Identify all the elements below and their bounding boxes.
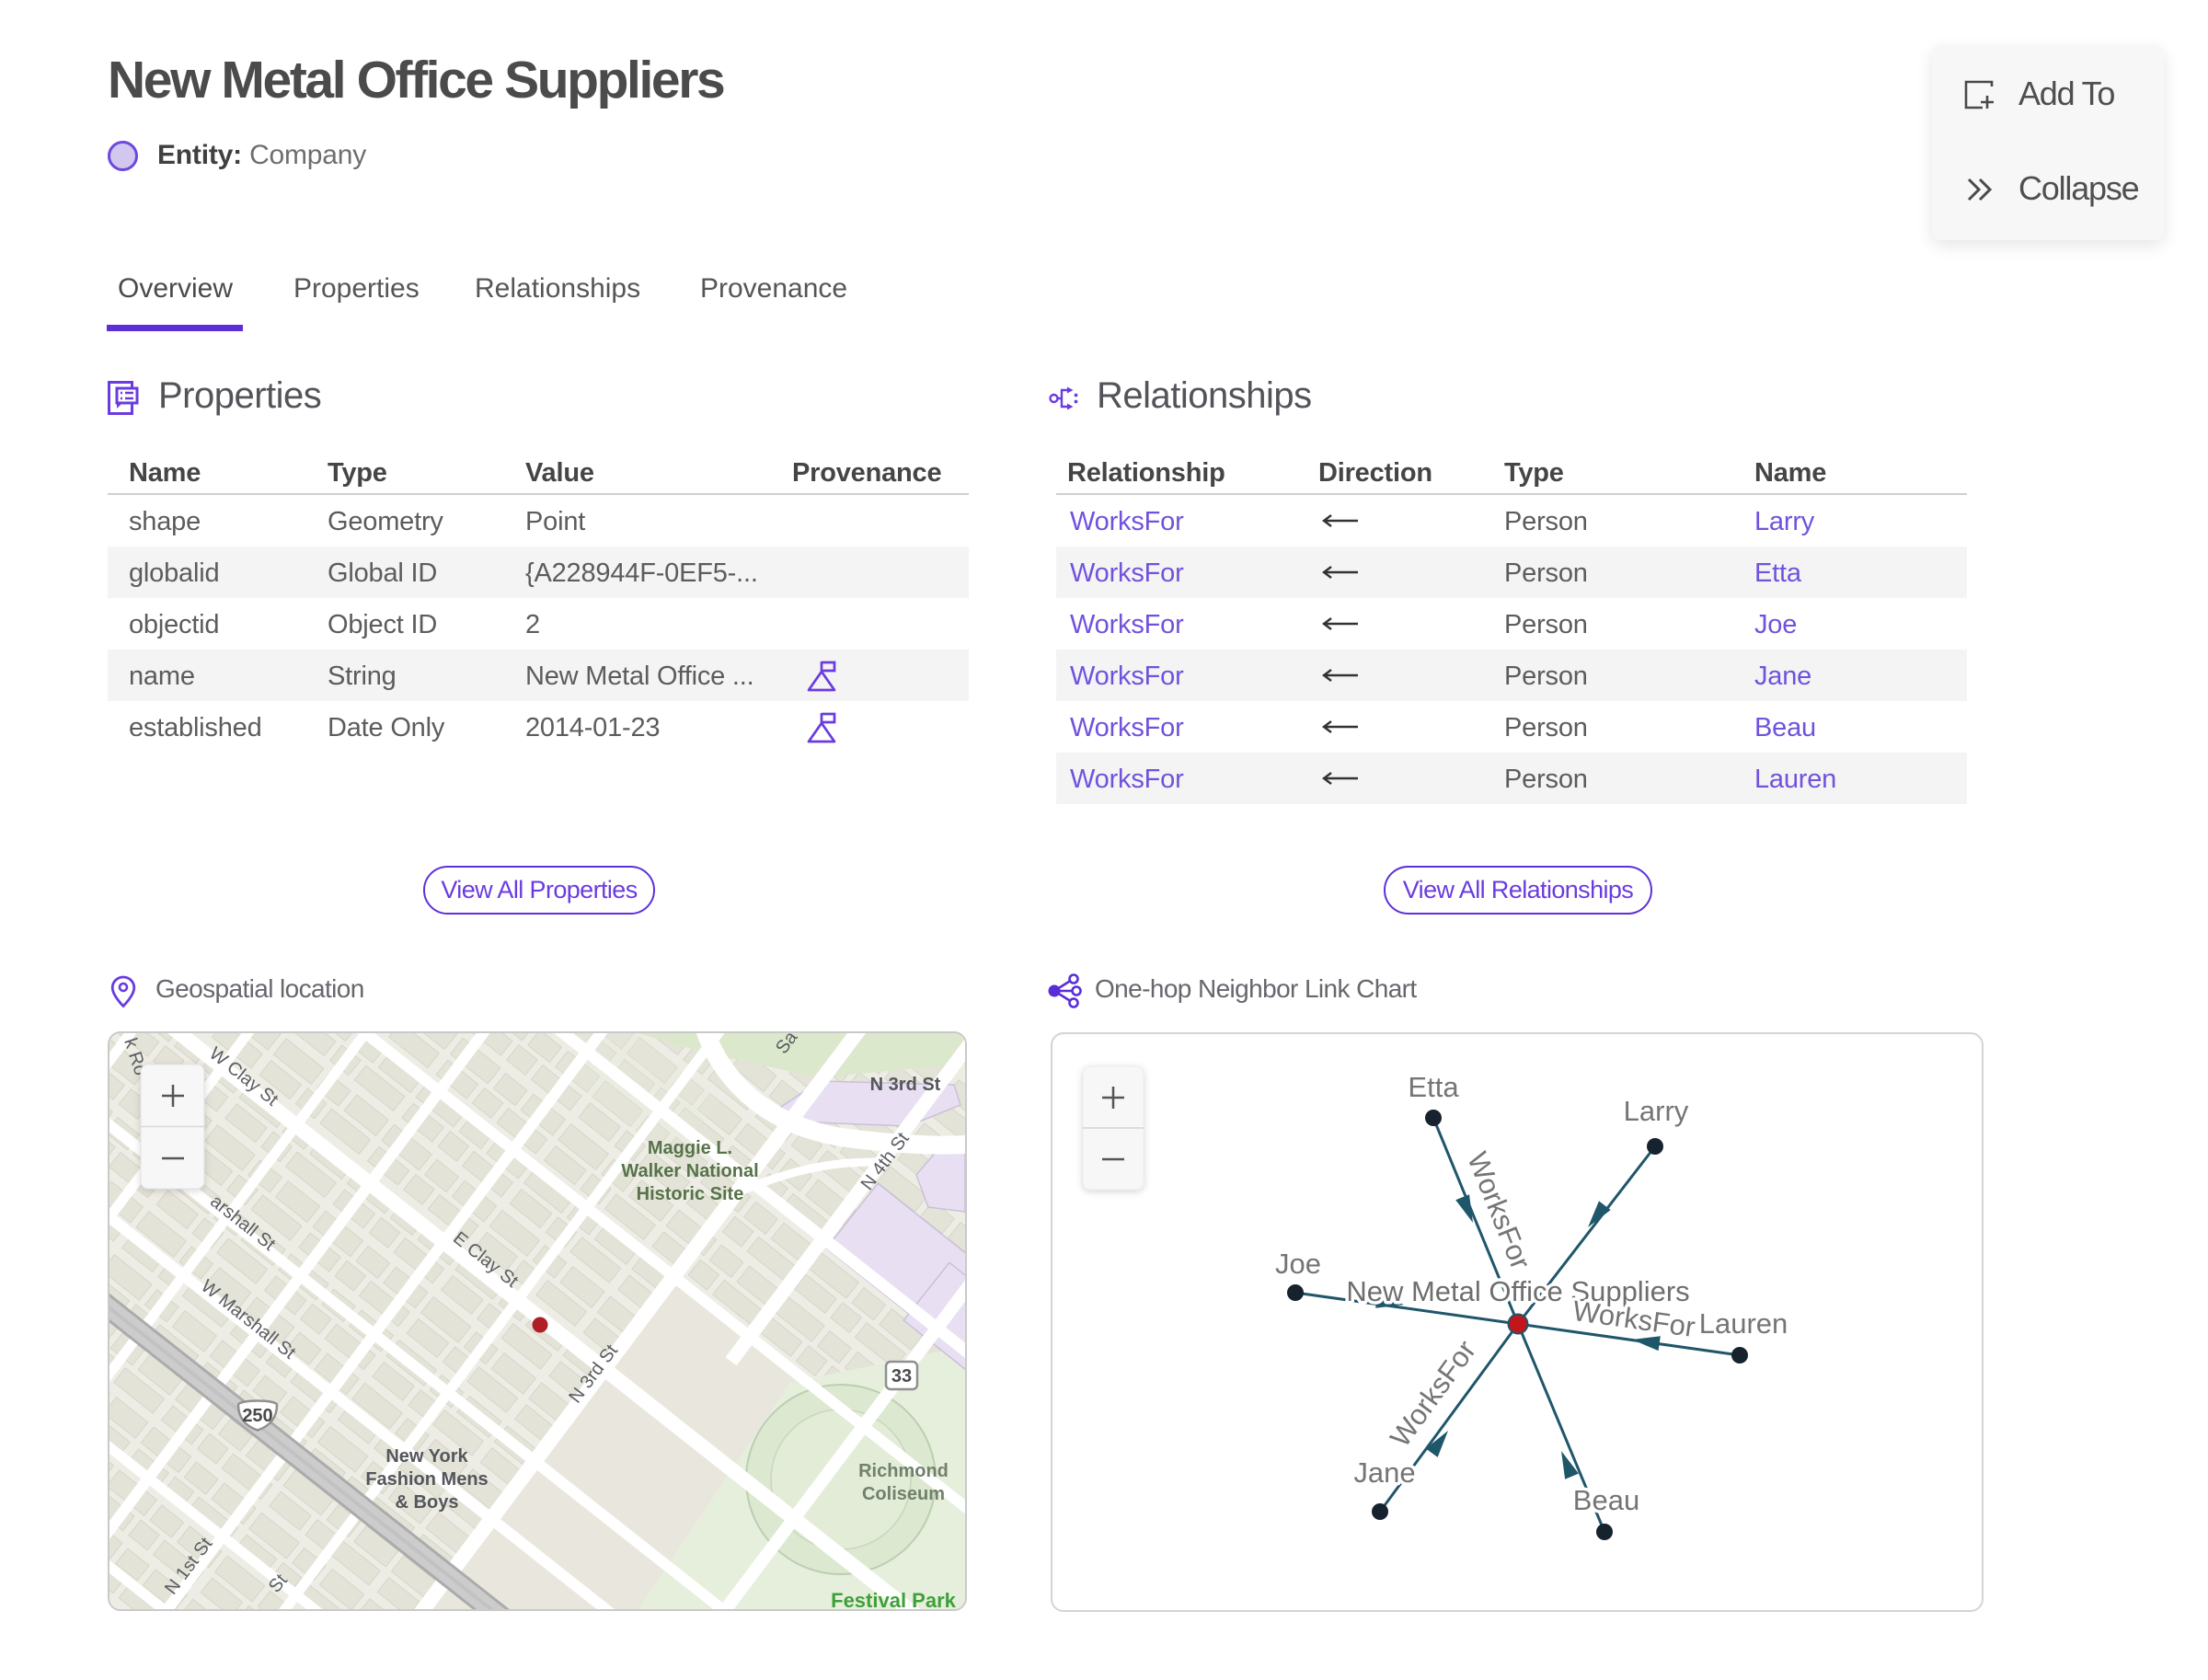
svg-text:Etta: Etta: [1408, 1071, 1459, 1103]
svg-text:Richmond: Richmond: [858, 1461, 949, 1481]
svg-text:33: 33: [891, 1366, 912, 1387]
svg-text:Walker National: Walker National: [621, 1161, 758, 1181]
svg-text:Festival Park: Festival Park: [831, 1589, 957, 1609]
svg-text:250: 250: [242, 1406, 272, 1426]
svg-text:Fashion Mens: Fashion Mens: [365, 1469, 488, 1490]
svg-text:Historic Site: Historic Site: [637, 1184, 744, 1204]
svg-text:N 3rd St: N 3rd St: [870, 1075, 941, 1095]
svg-text:& Boys: & Boys: [396, 1492, 459, 1513]
svg-text:Jane: Jane: [1353, 1456, 1415, 1489]
svg-text:Maggie L.: Maggie L.: [648, 1138, 732, 1158]
svg-text:Beau: Beau: [1573, 1484, 1639, 1516]
svg-text:Coliseum: Coliseum: [862, 1484, 945, 1504]
svg-text:Joe: Joe: [1275, 1248, 1321, 1280]
svg-text:Lauren: Lauren: [1699, 1307, 1788, 1340]
svg-text:Larry: Larry: [1624, 1095, 1689, 1127]
svg-text:New York: New York: [385, 1446, 468, 1467]
